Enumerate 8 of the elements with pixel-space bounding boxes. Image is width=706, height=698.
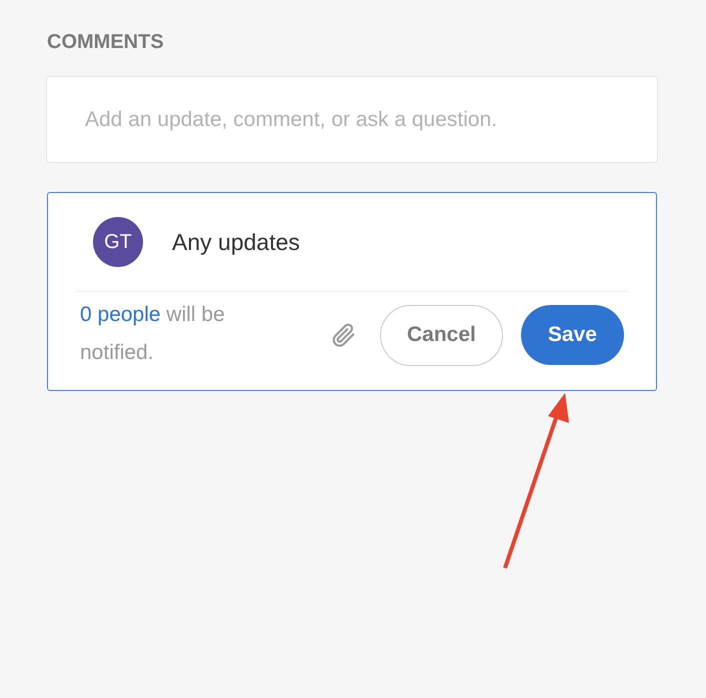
notify-text: 0 people will be notified. xyxy=(80,302,226,366)
cancel-button[interactable]: Cancel xyxy=(380,304,503,366)
user-avatar: GT xyxy=(93,217,143,267)
comment-field[interactable]: Add an update, comment, or ask a question. xyxy=(46,76,658,163)
section-title: COMMENTS xyxy=(47,30,165,54)
people-link[interactable]: 0 people xyxy=(80,303,161,326)
comment-text[interactable]: Any updates xyxy=(172,224,300,260)
save-button[interactable]: Save xyxy=(520,305,624,365)
